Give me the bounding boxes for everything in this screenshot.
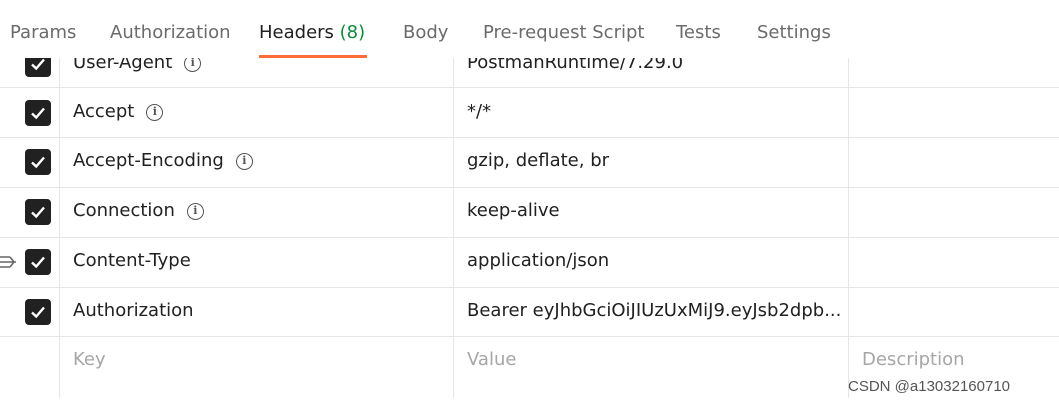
header-key-cell[interactable]: Connection i: [73, 200, 204, 221]
header-key: Accept: [73, 101, 135, 122]
header-enabled-checkbox[interactable]: [25, 249, 51, 275]
header-enabled-checkbox[interactable]: [25, 199, 51, 225]
header-value-cell[interactable]: keep-alive: [467, 200, 842, 221]
checkmark-icon: [31, 206, 45, 219]
tab-authorization[interactable]: Authorization: [110, 22, 231, 43]
checkmark-icon: [31, 256, 45, 269]
tab-settings[interactable]: Settings: [757, 22, 831, 43]
header-enabled-checkbox[interactable]: [25, 299, 51, 325]
request-tabs: Params Authorization Headers (8) Body Pr…: [0, 0, 1059, 58]
header-key: Connection: [73, 200, 175, 221]
header-key-cell[interactable]: Accept-Encoding i: [73, 150, 253, 171]
header-row[interactable]: Connection i keep-alive: [0, 188, 1059, 238]
value-input[interactable]: Value: [467, 349, 842, 370]
watermark: CSDN @a13032160710: [848, 378, 1011, 395]
tab-params[interactable]: Params: [10, 22, 76, 43]
drag-handle-icon[interactable]: [0, 255, 16, 269]
tab-headers-label: Headers: [259, 22, 334, 43]
info-icon[interactable]: i: [186, 203, 204, 220]
response-bar-cropped: [0, 398, 1059, 404]
header-enabled-checkbox[interactable]: [25, 100, 51, 126]
header-row[interactable]: Accept i */*: [0, 88, 1059, 138]
header-value-cell[interactable]: Bearer eyJhbGciOiJIUzUxMiJ9.eyJsb2dpb...: [467, 300, 842, 321]
header-key-cell[interactable]: Accept i: [73, 101, 164, 122]
key-input[interactable]: Key: [73, 349, 106, 370]
header-key-cell[interactable]: Content-Type: [73, 250, 191, 271]
info-icon[interactable]: i: [146, 104, 164, 121]
header-value-cell[interactable]: gzip, deflate, br: [467, 150, 842, 171]
header-enabled-checkbox[interactable]: [25, 149, 51, 175]
headers-table: User-Agent i PostmanRuntime/7.29.0 Accept…: [0, 38, 1059, 398]
tab-body[interactable]: Body: [403, 22, 448, 43]
tab-tests[interactable]: Tests: [676, 22, 721, 43]
info-icon[interactable]: i: [235, 153, 253, 170]
header-key-cell[interactable]: Authorization: [73, 300, 194, 321]
tab-pre-request-script[interactable]: Pre-request Script: [483, 22, 644, 43]
header-row[interactable]: Accept-Encoding i gzip, deflate, br: [0, 138, 1059, 188]
header-row[interactable]: Authorization Bearer eyJhbGciOiJIUzUxMiJ…: [0, 287, 1059, 337]
checkmark-icon: [31, 156, 45, 169]
headers-count-badge: (8): [339, 22, 366, 43]
header-key: Accept-Encoding: [73, 150, 224, 171]
header-row[interactable]: Content-Type application/json: [0, 238, 1059, 288]
description-input[interactable]: Description: [862, 349, 965, 370]
tab-headers[interactable]: Headers (8): [259, 22, 365, 43]
header-value-cell[interactable]: */*: [467, 101, 842, 122]
checkmark-icon: [31, 107, 45, 120]
header-value-cell[interactable]: application/json: [467, 250, 842, 271]
active-tab-indicator: [259, 55, 367, 58]
checkmark-icon: [31, 306, 45, 319]
